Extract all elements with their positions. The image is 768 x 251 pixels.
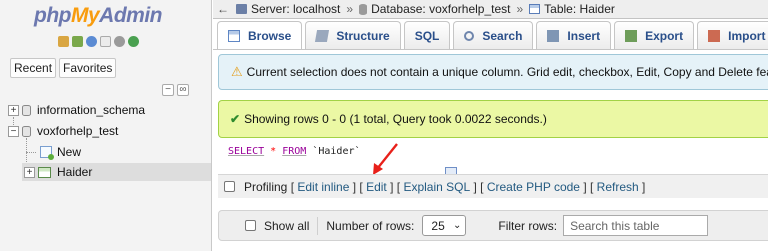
tree-item-new[interactable]: New [40, 143, 81, 161]
recent-tab[interactable]: Recent [10, 58, 57, 78]
database-icon [359, 3, 368, 15]
annotation-arrow-icon [373, 143, 398, 175]
warning-message: ⚠ Current selection does not contain a u… [218, 54, 768, 90]
tabs-divider [213, 49, 768, 50]
breadcrumb-database-label[interactable]: Database: voxforhelp_test [371, 2, 510, 16]
breadcrumb-table[interactable]: Table: Haider [529, 2, 615, 16]
tab-label: Browse [248, 28, 292, 43]
breadcrumb-separator: » [346, 2, 354, 16]
breadcrumb: ← Server: localhost » Database: voxforhe… [213, 0, 768, 19]
profiling-checkbox[interactable] [224, 181, 235, 192]
tree-table-haider[interactable]: + Haider [22, 163, 211, 181]
edit-link[interactable]: Edit [366, 180, 387, 194]
recent-favorites-tabs: Recent Favorites [10, 58, 117, 78]
warning-icon: ⚠ [231, 64, 243, 79]
table-navigation-controls: Show all Number of rows: 25 ⌄ Filter row… [218, 210, 768, 241]
tab-import[interactable]: Import [697, 21, 768, 49]
new-label[interactable]: New [57, 145, 81, 159]
home-icon[interactable] [58, 36, 69, 47]
tab-structure[interactable]: Structure [305, 21, 401, 49]
collapse-arrow-icon[interactable]: ← [217, 2, 229, 16]
logo-php-text: php [34, 4, 71, 27]
server-icon [236, 4, 247, 14]
table-icon [529, 4, 541, 14]
quick-icons [58, 36, 139, 47]
export-icon [625, 29, 638, 42]
favorites-tab[interactable]: Favorites [59, 58, 117, 78]
breadcrumb-server[interactable]: Server: localhost [236, 2, 340, 16]
success-text: Showing rows 0 - 0 (1 total, Query took … [244, 112, 547, 126]
settings-icon[interactable] [114, 36, 125, 47]
sql-select-keyword[interactable]: SELECT [228, 146, 264, 157]
collapse-icon[interactable]: − [8, 125, 19, 137]
success-message: ✔ Showing rows 0 - 0 (1 total, Query too… [218, 100, 768, 138]
reload-icon[interactable] [128, 36, 139, 47]
database-icon [22, 125, 31, 137]
tab-label: Import [728, 28, 766, 43]
search-icon [464, 30, 475, 41]
tab-label: Search [482, 28, 523, 43]
filter-rows-input[interactable] [563, 215, 709, 236]
sql-query: SELECT * FROM `Haider` [228, 146, 361, 157]
tab-browse[interactable]: Browse [217, 21, 303, 49]
breadcrumb-database[interactable]: Database: voxforhelp_test [359, 2, 510, 16]
exit-icon[interactable] [72, 36, 83, 47]
db-label[interactable]: voxforhelp_test [37, 124, 118, 138]
navigation-panel: phpMyAdmin Recent Favorites − ∞ + inform… [0, 0, 212, 251]
profiling-row: Profiling [ Edit inline ] [ Edit ] [ Exp… [218, 174, 768, 198]
warning-text: Current selection does not contain a uni… [246, 65, 768, 79]
table-label[interactable]: Haider [57, 165, 92, 179]
sql-table-name: `Haider` [312, 146, 361, 157]
database-icon [22, 104, 31, 116]
create-php-code-link[interactable]: Create PHP code [487, 180, 580, 194]
explain-sql-link[interactable]: Explain SQL [403, 180, 470, 194]
breadcrumb-separator: » [516, 2, 524, 16]
chevron-down-icon: ⌄ [453, 220, 462, 231]
main-tabs: Browse Structure SQL Search Insert Expor… [217, 21, 768, 179]
tab-label: SQL [414, 28, 440, 43]
db-label[interactable]: information_schema [37, 103, 145, 117]
sql-from-keyword[interactable]: FROM [282, 146, 306, 157]
help-icon[interactable] [86, 36, 97, 47]
logo-my-text: My [70, 4, 100, 27]
browse-icon [228, 29, 240, 42]
rows-value: 25 [431, 218, 445, 233]
filter-rows-label: Filter rows: [498, 218, 558, 233]
phpmyadmin-logo[interactable]: phpMyAdmin [34, 4, 162, 28]
logo-admin-text: Admin [99, 4, 162, 27]
checkmark-icon: ✔ [230, 112, 241, 126]
nav-controls: − ∞ [162, 84, 189, 96]
tab-label: Structure [336, 28, 390, 43]
tab-insert[interactable]: Insert [536, 21, 612, 49]
collapse-all-icon[interactable]: − [162, 84, 174, 96]
import-icon [708, 29, 721, 42]
show-all-checkbox[interactable] [245, 220, 256, 231]
tab-label: Export [645, 28, 684, 43]
tree-db-information-schema[interactable]: + information_schema [8, 101, 145, 119]
show-all-label[interactable]: Show all [264, 219, 309, 233]
profiling-label[interactable]: Profiling [244, 180, 287, 194]
sql-star: * [270, 146, 277, 157]
tree-db-voxforhelp-test[interactable]: − voxforhelp_test [8, 122, 118, 140]
tab-search[interactable]: Search [453, 21, 534, 49]
new-table-icon [40, 146, 54, 160]
expand-icon[interactable]: + [24, 166, 35, 178]
breadcrumb-server-label[interactable]: Server: localhost [251, 2, 340, 16]
rows-label: Number of rows: [326, 218, 415, 233]
edit-inline-link[interactable]: Edit inline [297, 180, 349, 194]
docs-icon[interactable] [100, 36, 111, 47]
divider [317, 216, 319, 235]
tab-sql[interactable]: SQL [403, 21, 457, 179]
tab-export[interactable]: Export [614, 21, 695, 49]
link-with-main-icon[interactable]: ∞ [177, 84, 189, 96]
breadcrumb-table-label[interactable]: Table: Haider [544, 2, 615, 16]
number-of-rows-select[interactable]: 25 ⌄ [422, 215, 467, 236]
expand-icon[interactable]: + [8, 104, 19, 116]
refresh-link[interactable]: Refresh [597, 180, 639, 194]
table-icon [38, 166, 51, 178]
insert-icon [547, 29, 560, 42]
tab-label: Insert [567, 28, 601, 43]
structure-icon [315, 29, 330, 42]
